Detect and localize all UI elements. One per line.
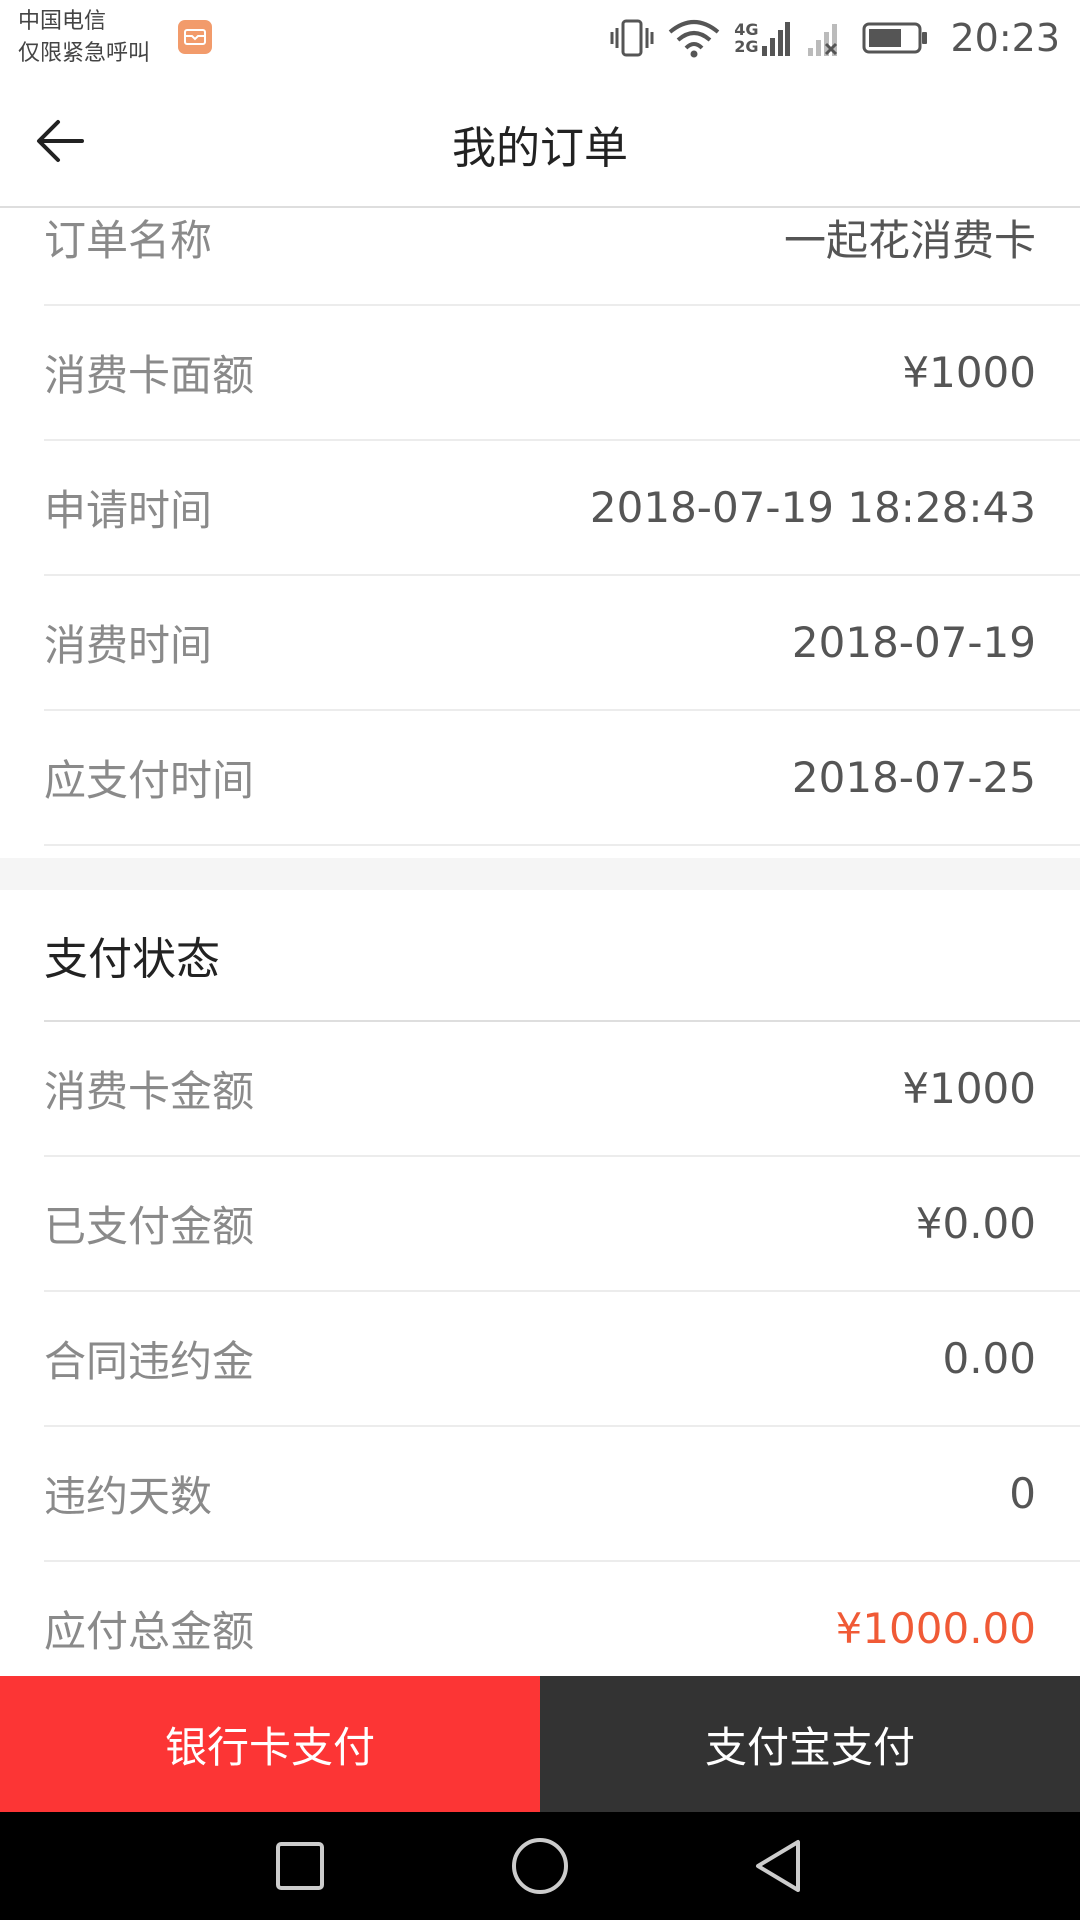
row-value: 一起花消费卡 xyxy=(783,215,1036,265)
status-row-card-amount: 消费卡金额 ¥1000 xyxy=(44,1022,1080,1157)
row-value: 0.00 xyxy=(942,1334,1036,1383)
battery-icon xyxy=(862,22,928,54)
status-row-penalty: 合同违约金 0.00 xyxy=(44,1292,1080,1427)
row-label: 应支付时间 xyxy=(44,756,255,805)
bank-card-pay-button[interactable]: 银行卡支付 xyxy=(0,1676,540,1812)
status-row-total-due: 应付总金额 ¥1000.00 xyxy=(44,1562,1080,1676)
row-value: ¥0.00 xyxy=(915,1199,1036,1248)
row-value: 0 xyxy=(1009,1469,1036,1518)
back-nav-icon[interactable] xyxy=(750,1836,810,1896)
mobile-data-indicator: 4G 2G xyxy=(734,18,791,58)
payment-status-title: 支付状态 xyxy=(44,890,1080,1022)
carrier-name: 中国电信 xyxy=(18,9,107,34)
status-icons: 4G 2G 20:23 xyxy=(610,10,1060,66)
status-row-overdue-days: 违约天数 0 xyxy=(44,1427,1080,1562)
page-title: 我的订单 xyxy=(452,123,628,174)
row-label: 已支付金额 xyxy=(44,1202,255,1251)
screen: 中国电信 仅限紧急呼叫 4G 2G 20:23 我的订单 订单名称 一起花消费卡… xyxy=(0,0,1080,1920)
network-type-2g: 2G xyxy=(734,37,759,56)
status-row-paid-amount: 已支付金额 ¥0.00 xyxy=(44,1157,1080,1292)
row-label: 消费卡面额 xyxy=(44,351,255,400)
row-value: 2018-07-25 xyxy=(791,753,1036,802)
home-icon[interactable] xyxy=(510,1836,570,1896)
signal-strength-icon xyxy=(762,22,791,56)
recent-apps-icon[interactable] xyxy=(270,1836,330,1896)
vibrate-icon xyxy=(610,19,654,57)
info-row-order-name: 订单名称 一起花消费卡 xyxy=(44,210,1080,306)
row-value: ¥1000 xyxy=(902,1064,1036,1113)
app-header: 我的订单 xyxy=(0,76,1080,208)
info-row-card-face-value: 消费卡面额 ¥1000 xyxy=(44,306,1080,441)
order-detail-content[interactable]: 订单名称 一起花消费卡 消费卡面额 ¥1000 申请时间 2018-07-19 … xyxy=(0,210,1080,1676)
status-bar: 中国电信 仅限紧急呼叫 4G 2G 20:23 xyxy=(0,0,1080,76)
emergency-only-text: 仅限紧急呼叫 xyxy=(18,41,151,66)
row-value: 2018-07-19 18:28:43 xyxy=(589,483,1036,532)
row-value: 2018-07-19 xyxy=(791,618,1036,667)
row-label: 订单名称 xyxy=(44,215,213,265)
info-row-due-time: 应支付时间 2018-07-25 xyxy=(44,711,1080,846)
payment-action-bar: 银行卡支付 支付宝支付 xyxy=(0,1676,1080,1812)
row-label: 消费卡金额 xyxy=(44,1067,255,1116)
alipay-pay-button[interactable]: 支付宝支付 xyxy=(540,1676,1080,1812)
wifi-icon xyxy=(668,20,720,58)
clock: 20:23 xyxy=(950,16,1060,60)
row-label: 违约天数 xyxy=(44,1472,213,1521)
row-label: 申请时间 xyxy=(44,486,213,535)
info-row-consume-time: 消费时间 2018-07-19 xyxy=(44,576,1080,711)
total-due-value: ¥1000.00 xyxy=(835,1604,1036,1653)
row-label: 应付总金额 xyxy=(44,1607,255,1656)
info-row-apply-time: 申请时间 2018-07-19 18:28:43 xyxy=(44,441,1080,576)
section-divider xyxy=(0,858,1080,890)
no-signal-icon xyxy=(808,24,838,56)
row-value: ¥1000 xyxy=(902,348,1036,397)
row-label: 消费时间 xyxy=(44,621,213,670)
row-label: 合同违约金 xyxy=(44,1337,255,1386)
notification-app-icon xyxy=(178,20,212,54)
system-navigation-bar xyxy=(0,1812,1080,1920)
network-type-4g: 4G xyxy=(734,20,759,39)
carrier-info: 中国电信 仅限紧急呼叫 xyxy=(18,6,150,70)
